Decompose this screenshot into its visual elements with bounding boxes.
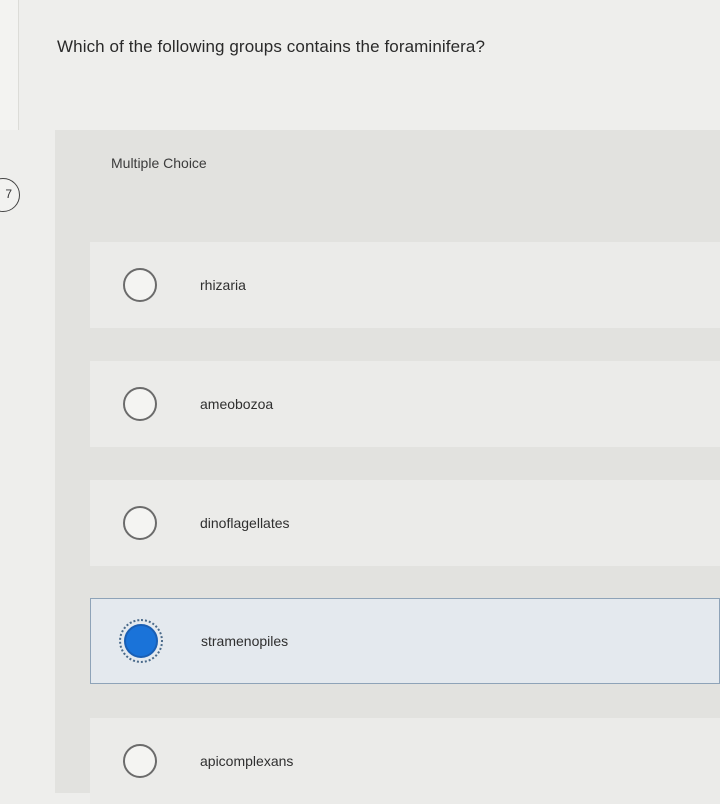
option-ameobozoa[interactable]: ameobozoa <box>90 361 720 447</box>
radio-button[interactable] <box>123 387 157 421</box>
option-label: apicomplexans <box>200 753 294 769</box>
option-label: dinoflagellates <box>200 515 290 531</box>
radio-button[interactable] <box>123 506 157 540</box>
answer-type-label: Multiple Choice <box>111 155 207 171</box>
radio-button[interactable] <box>123 268 157 302</box>
answer-panel <box>55 130 720 793</box>
option-rhizaria[interactable]: rhizaria <box>90 242 720 328</box>
option-stramenopiles[interactable]: stramenopiles <box>90 598 720 684</box>
radio-button[interactable] <box>123 744 157 778</box>
left-nav-strip <box>0 0 19 130</box>
option-label: ameobozoa <box>200 396 274 412</box>
question-text: Which of the following groups contains t… <box>57 37 485 56</box>
option-dinoflagellates[interactable]: dinoflagellates <box>90 480 720 566</box>
option-apicomplexans[interactable]: apicomplexans <box>90 718 720 804</box>
question-number-badge: 7 <box>0 178 20 212</box>
radio-button-selected[interactable] <box>119 619 163 663</box>
option-label: rhizaria <box>200 277 246 293</box>
option-label: stramenopiles <box>201 633 289 649</box>
